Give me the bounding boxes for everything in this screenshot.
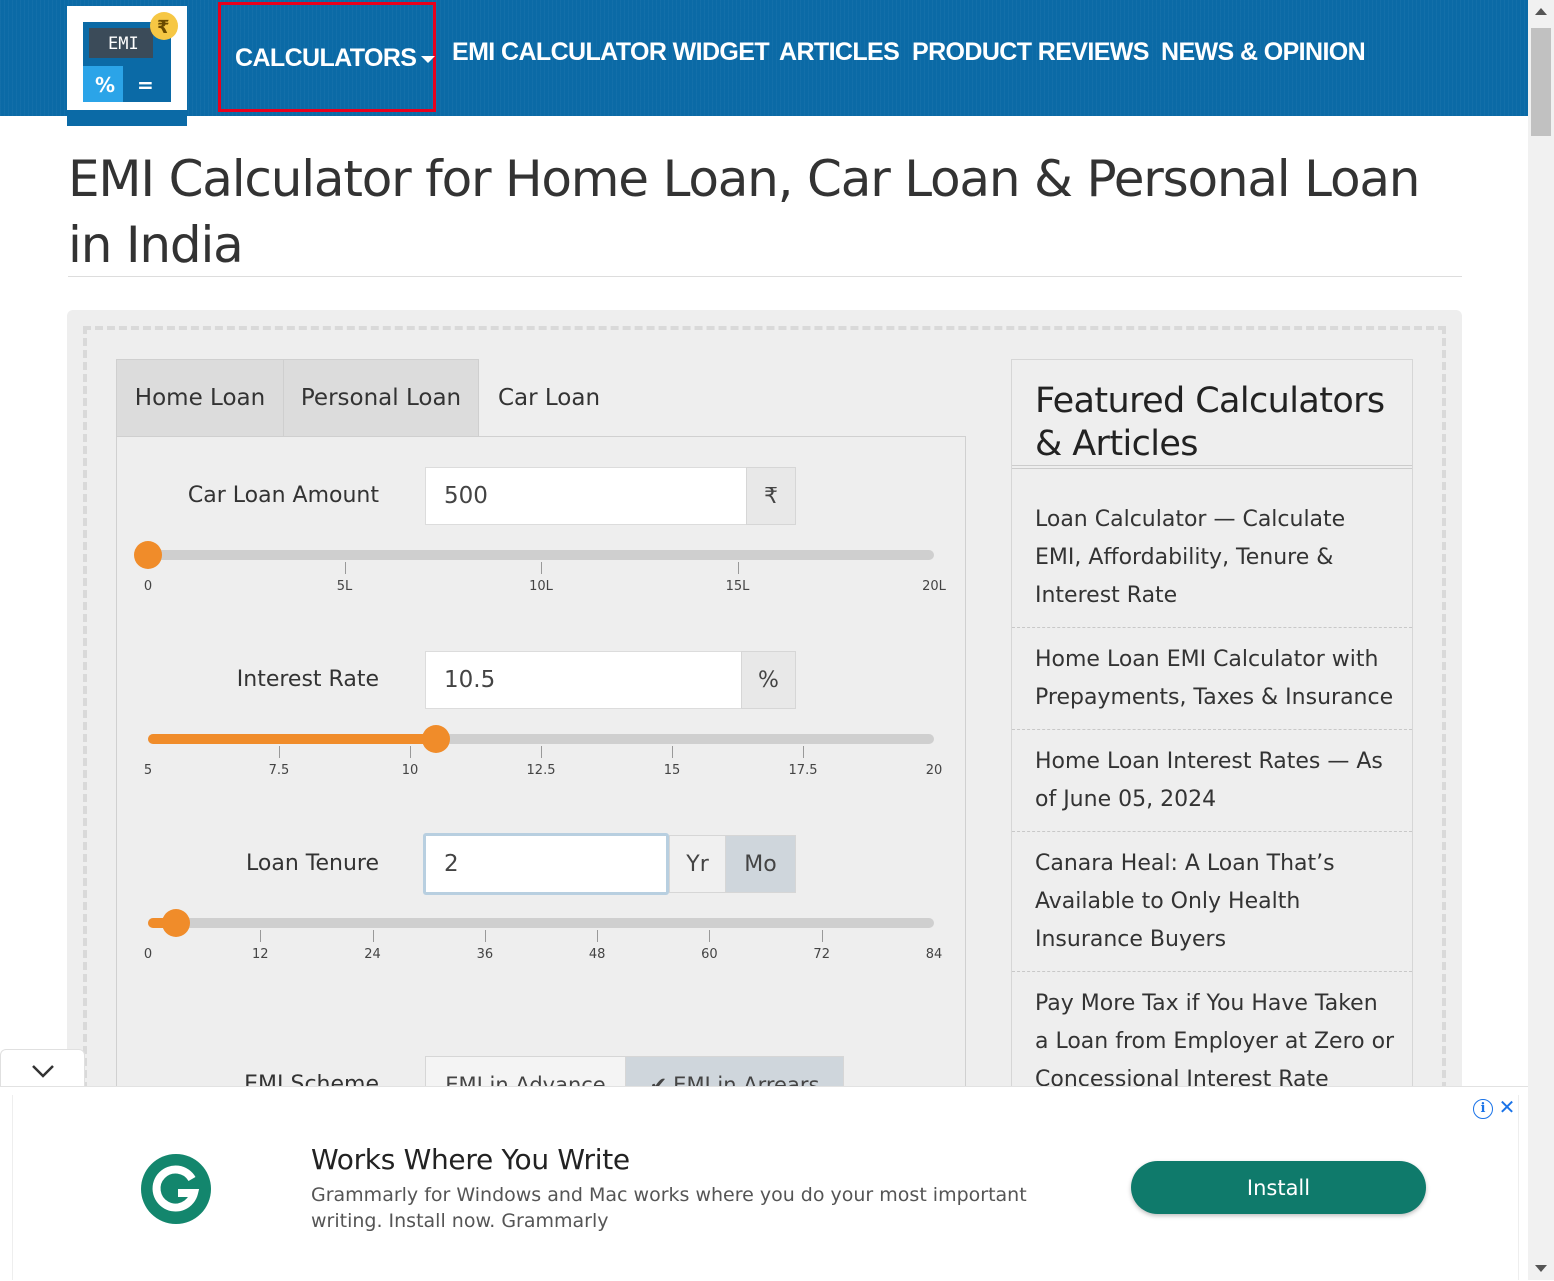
sidebar-separator (1012, 971, 1412, 972)
slider-tick-label: 84 (925, 947, 943, 962)
slider-tick (344, 562, 346, 574)
title-divider (68, 276, 1462, 277)
slider-tick-label: 15L (725, 579, 750, 594)
scrollbar-track[interactable] (1528, 0, 1554, 1280)
scroll-down-arrow-icon[interactable] (1535, 1265, 1547, 1272)
sidebar-link-canara-heal[interactable]: Canara Heal: A Loan That’s Available to … (1035, 845, 1395, 959)
slider-tick (279, 746, 280, 758)
sidebar-separator (1012, 627, 1412, 628)
slider-tick (410, 746, 411, 758)
interest-rate-label: Interest Rate (236, 667, 379, 692)
slider-tick-label: 15 (663, 763, 681, 778)
ad-collapse-button[interactable] (0, 1049, 85, 1091)
sidebar-heading: Featured Calculators & Articles (1035, 381, 1385, 464)
svg-text:₹: ₹ (157, 17, 170, 38)
sidebar-link-interest-rates[interactable]: Home Loan Interest Rates — As of June 05… (1035, 743, 1395, 819)
slider-tick-label: 24 (364, 947, 381, 962)
loan-tenure-input[interactable]: 2 (423, 833, 669, 895)
loan-tenure-slider[interactable] (148, 918, 934, 928)
slider-tick (709, 930, 711, 942)
loan-tenure-label: Loan Tenure (246, 851, 379, 876)
slider-tick-label: 10L (529, 579, 553, 594)
interest-rate-slider[interactable] (148, 734, 934, 744)
slider-tick (260, 930, 262, 942)
tab-home-loan[interactable]: Home Loan (116, 359, 284, 437)
close-icon[interactable]: ✕ (1497, 1097, 1517, 1117)
slider-tick (372, 930, 374, 942)
slider-tick (541, 746, 542, 758)
page-title: EMI Calculator for Home Loan, Car Loan &… (68, 150, 1420, 274)
nav-calculators[interactable]: CALCULATORS (235, 44, 436, 73)
slider-tick-label: 12.5 (526, 763, 556, 778)
slider-tick (484, 930, 486, 942)
slider-tick (597, 930, 599, 942)
slider-tick-label: 10 (401, 763, 419, 778)
percent-addon: % (741, 651, 796, 709)
rupee-addon: ₹ (746, 467, 796, 525)
slider-tick-label: 0 (143, 947, 153, 962)
slider-tick-label: 20L (922, 579, 946, 594)
sidebar-heading-rule-2 (1012, 468, 1412, 469)
logo-tab (67, 110, 187, 126)
slider-tick (803, 746, 804, 758)
slider-tick-label: 5L (336, 579, 353, 594)
slider-tick (737, 562, 739, 574)
slider-tick (672, 746, 673, 758)
emi-calculator-logo-icon: EMI % = ₹ (83, 12, 178, 102)
slider-tick-label: 17.5 (788, 763, 818, 778)
slider-tick (541, 562, 542, 574)
slider-tick-label: 0 (143, 579, 153, 594)
tab-personal-loan[interactable]: Personal Loan (283, 359, 479, 437)
sidebar-link-employer-loan-tax[interactable]: Pay More Tax if You Have Taken a Loan fr… (1035, 985, 1395, 1099)
ad-body[interactable]: Grammarly for Windows and Mac works wher… (311, 1182, 1031, 1234)
grammarly-logo-icon (141, 1154, 211, 1224)
nav-calculators-label: CALCULATORS (235, 44, 417, 72)
scrollbar-thumb[interactable] (1531, 28, 1551, 136)
svg-text:=: = (137, 73, 154, 97)
caret-down-icon (421, 55, 436, 63)
svg-text:EMI: EMI (108, 34, 139, 54)
ad-title[interactable]: Works Where You Write (311, 1143, 630, 1176)
nav-news-opinion[interactable]: NEWS & OPINION (1161, 38, 1366, 67)
scroll-up-arrow-icon[interactable] (1535, 8, 1547, 15)
nav-emi-widget[interactable]: EMI CALCULATOR WIDGET (452, 38, 770, 67)
slider-tick (821, 930, 823, 942)
install-button[interactable]: Install (1131, 1161, 1426, 1214)
interest-rate-slider-fill (148, 734, 437, 744)
loan-amount-slider[interactable] (148, 550, 934, 560)
nav-product-reviews[interactable]: PRODUCT REVIEWS (912, 38, 1149, 67)
interest-rate-input[interactable]: 10.5 (425, 651, 742, 709)
sidebar-link-home-loan-emi[interactable]: Home Loan EMI Calculator with Prepayment… (1035, 641, 1395, 717)
sidebar-separator (1012, 729, 1412, 730)
tab-car-loan[interactable]: Car Loan (479, 359, 619, 437)
site-logo[interactable]: EMI % = ₹ (67, 6, 187, 110)
tenure-month-toggle[interactable]: Mo (725, 835, 796, 893)
grammarly-logo[interactable] (140, 1153, 212, 1225)
slider-tick-label: 20 (925, 763, 943, 778)
loan-amount-label: Car Loan Amount (187, 483, 379, 508)
slider-tick-label: 12 (252, 947, 269, 962)
loan-amount-input[interactable]: 500 (425, 467, 747, 525)
slider-tick-label: 7.5 (268, 763, 290, 778)
loan-amount-slider-handle[interactable] (134, 541, 162, 569)
tenure-year-toggle[interactable]: Yr (669, 835, 726, 893)
slider-tick-label: 72 (813, 947, 830, 962)
info-icon[interactable]: i (1473, 1099, 1493, 1119)
slider-tick-label: 36 (476, 947, 494, 962)
sidebar-link-loan-calculator[interactable]: Loan Calculator — Calculate EMI, Afforda… (1035, 501, 1395, 615)
slider-tick-label: 48 (588, 947, 606, 962)
sidebar-separator (1012, 831, 1412, 832)
sidebar-heading-rule (1012, 465, 1412, 466)
slider-tick-label: 60 (701, 947, 718, 962)
svg-text:%: % (95, 73, 115, 97)
slider-tick-label: 5 (143, 763, 153, 778)
nav-articles[interactable]: ARTICLES (779, 38, 900, 67)
